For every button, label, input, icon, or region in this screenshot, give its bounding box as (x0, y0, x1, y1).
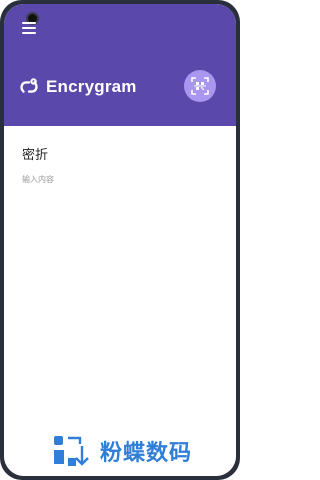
scan-button[interactable] (184, 70, 216, 102)
app-title: Encrygram (46, 77, 137, 96)
qr-scan-icon (191, 77, 209, 95)
link-chain-icon (20, 78, 38, 93)
main-content: 密折 输入内容 (4, 126, 236, 476)
hamburger-menu-icon[interactable] (22, 22, 36, 34)
field-label: 密折 (22, 147, 49, 162)
content-input[interactable]: 输入内容 (22, 174, 54, 185)
phone-frame: Encrygram 密折 输入内容 (0, 0, 240, 480)
app-header: Encrygram (4, 4, 236, 126)
watermark-text: 粉蝶数码 (100, 440, 193, 465)
brand: Encrygram (18, 76, 137, 98)
watermark: 粉蝶数码 (52, 432, 192, 470)
watermark-logo-icon (54, 436, 89, 466)
app-screen: Encrygram 密折 输入内容 (4, 4, 236, 476)
